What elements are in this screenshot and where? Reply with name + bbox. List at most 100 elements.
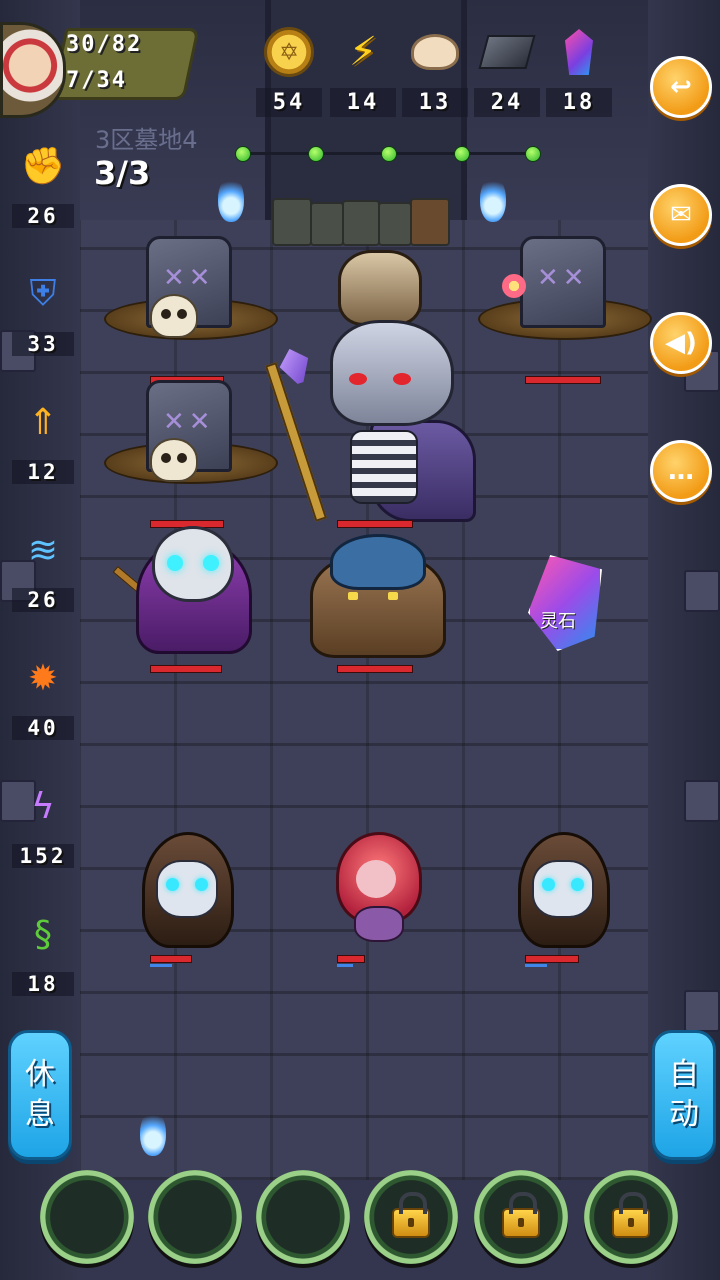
stat-value: 18 xyxy=(12,972,74,996)
padlock-icon xyxy=(612,1192,650,1238)
stat-value: 26 xyxy=(12,204,74,228)
resource-gold: ✡ 54 xyxy=(256,26,322,117)
auto-button[interactable]: 自动 xyxy=(652,1030,716,1160)
progress-dot xyxy=(525,146,541,162)
progress-dot xyxy=(454,146,470,162)
demon-girl-enemy[interactable] xyxy=(330,820,422,942)
floor-brick xyxy=(410,198,450,246)
stage-name: 3区墓地4 xyxy=(95,126,198,154)
wall-block xyxy=(684,780,720,822)
stat-value: 152 xyxy=(12,844,74,868)
fireball-icon: ✹ xyxy=(27,657,59,699)
stat-fire: ✹ 40 xyxy=(12,654,74,740)
crystal-gem-icon xyxy=(528,555,602,651)
skill-slot-2[interactable] xyxy=(148,1170,242,1264)
resource-food: 13 xyxy=(402,26,468,117)
lightning-energy-icon: ⚡ xyxy=(348,29,378,75)
wall-block xyxy=(684,990,720,1032)
hp-bar xyxy=(525,376,601,384)
drop-label: 灵石 xyxy=(540,611,576,632)
stat-lightning: ϟ 152 xyxy=(12,782,74,868)
demon-face xyxy=(356,860,396,898)
skill-slot-4-locked[interactable] xyxy=(364,1170,458,1264)
flower-icon xyxy=(502,274,526,298)
hp-bar xyxy=(337,955,365,963)
spirit-stone-drop[interactable]: 灵石 xyxy=(528,555,606,655)
floor-brick xyxy=(272,198,312,246)
rest-button[interactable]: 休息 xyxy=(8,1030,72,1160)
lightning-bolt-icon: ϟ xyxy=(31,785,55,827)
poison-snake-icon: § xyxy=(34,913,52,955)
skill-slot-3[interactable] xyxy=(256,1170,350,1264)
stat-poison: § 18 xyxy=(12,910,74,996)
wave-counter: 3/3 xyxy=(94,154,151,192)
resource-value: 24 xyxy=(474,88,540,117)
lich-skull xyxy=(152,526,234,602)
envelope-icon: ✉ xyxy=(670,200,692,230)
gravestone[interactable]: ✕✕ xyxy=(478,236,652,346)
resource-value: 13 xyxy=(402,88,468,117)
return-button[interactable]: ↩ xyxy=(650,56,712,118)
progress-dot xyxy=(308,146,324,162)
shield-defense-icon: ⛨ xyxy=(29,273,57,314)
skeleton-ribs xyxy=(350,430,418,504)
resource-value: 54 xyxy=(256,88,322,117)
progress-dot xyxy=(235,146,251,162)
blue-flame-torch xyxy=(218,176,244,222)
return-arrow-icon: ↩ xyxy=(670,72,692,102)
fire-sword-icon: ⇑ xyxy=(27,401,59,443)
beast-eyes xyxy=(348,592,358,600)
blue-flame-torch xyxy=(480,176,506,222)
progress-dot xyxy=(381,146,397,162)
lich-enemy[interactable] xyxy=(130,520,252,654)
mp-bar xyxy=(337,964,353,967)
gold-coin-icon: ✡ xyxy=(263,26,315,78)
water-wave-icon: ≋ xyxy=(27,529,59,571)
mail-button[interactable]: ✉ xyxy=(650,184,712,246)
resource-energy: ⚡ 14 xyxy=(330,26,396,117)
padlock-icon xyxy=(502,1192,540,1238)
chat-bubble-icon: … xyxy=(668,456,694,486)
gravestone[interactable]: ✕✕ xyxy=(104,236,278,346)
chat-button[interactable]: … xyxy=(650,440,712,502)
player-hp: 30/82 xyxy=(66,32,143,57)
bun-food-icon xyxy=(409,26,461,78)
spiked-beast-enemy[interactable] xyxy=(300,530,450,658)
stat-value: 40 xyxy=(12,716,74,740)
stat-attack: ✊ 26 xyxy=(12,142,74,228)
hp-bar xyxy=(150,665,222,673)
hooded-skull-enemy[interactable] xyxy=(518,832,610,948)
mp-bar xyxy=(150,964,172,967)
floor-brick xyxy=(310,202,344,246)
stat-water: ≋ 26 xyxy=(12,526,74,612)
resource-iron: 24 xyxy=(474,26,540,117)
demon-body xyxy=(354,906,404,942)
hooded-skull-enemy[interactable] xyxy=(142,832,234,948)
resource-value: 18 xyxy=(546,88,612,117)
skeleton-king-enemy[interactable] xyxy=(320,320,476,522)
hp-bar xyxy=(150,955,192,963)
tombstone: ✕✕ xyxy=(520,236,606,328)
beast-shell xyxy=(330,534,426,590)
dragon-skull-helm xyxy=(330,320,454,426)
skill-slot-6-locked[interactable] xyxy=(584,1170,678,1264)
sound-button[interactable]: ◀) xyxy=(650,312,712,374)
hp-bar xyxy=(525,955,579,963)
skull-icon xyxy=(150,438,198,482)
resource-value: 14 xyxy=(330,88,396,117)
crystal-gem-icon xyxy=(553,26,605,78)
dungeon-scene: ✕✕ ✕✕ ✕✕ 灵石 30/82 7/34 ✡ 54 ⚡ 14 13 24 1… xyxy=(0,0,720,1280)
hp-bar xyxy=(337,520,413,528)
stat-value: 33 xyxy=(12,332,74,356)
blue-flame-torch xyxy=(140,1110,166,1156)
stat-value: 26 xyxy=(12,588,74,612)
horned-helmet-enemy[interactable] xyxy=(338,250,422,326)
reaper-skull xyxy=(156,860,218,918)
skill-slot-5-locked[interactable] xyxy=(474,1170,568,1264)
stat-value: 12 xyxy=(12,460,74,484)
floor-brick xyxy=(378,202,412,246)
gravestone[interactable]: ✕✕ xyxy=(104,380,278,490)
skill-slot-1[interactable] xyxy=(40,1170,134,1264)
speaker-icon: ◀) xyxy=(665,328,697,358)
stat-fire-sword: ⇑ 12 xyxy=(12,398,74,484)
